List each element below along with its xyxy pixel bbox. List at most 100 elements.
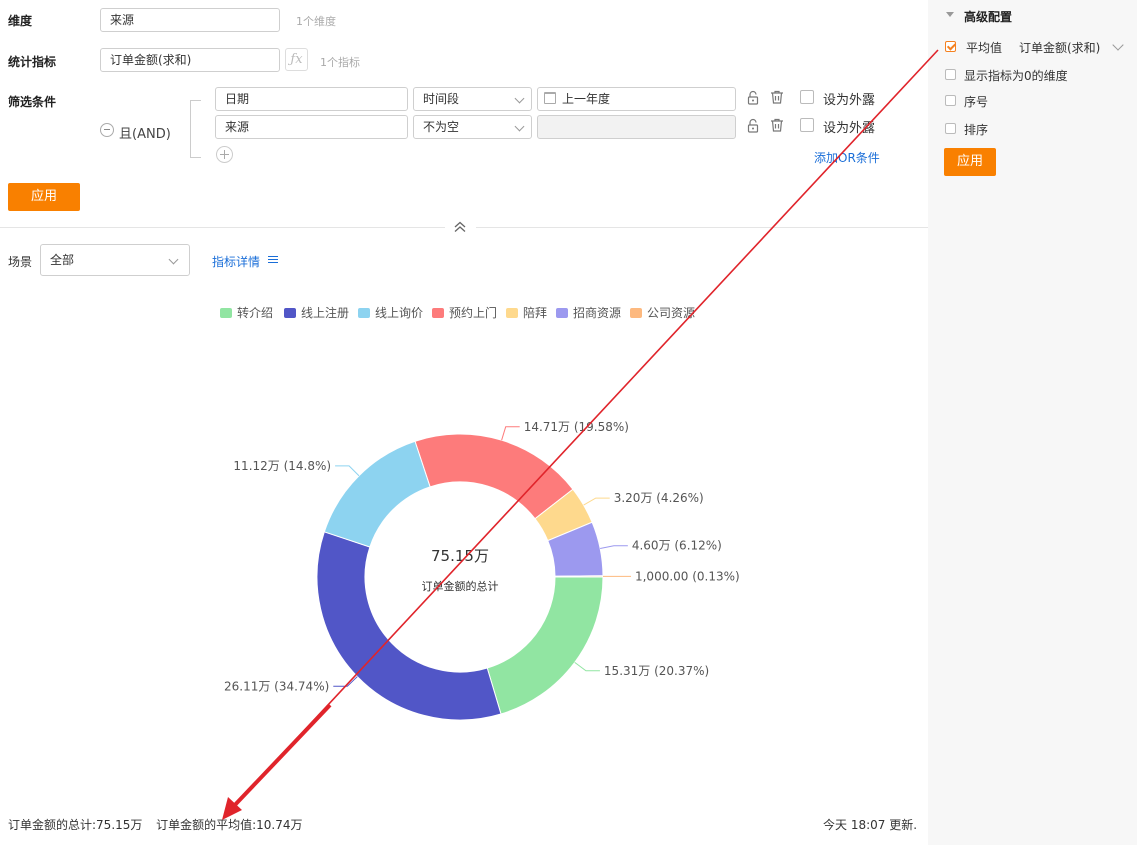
unlock-icon[interactable] [746, 90, 760, 106]
average-checkbox[interactable] [945, 41, 956, 52]
legend-item-6[interactable]: 公司资源 [630, 306, 695, 320]
index-label: 序号 [964, 95, 989, 109]
legend-swatch [284, 308, 296, 318]
delete-icon[interactable] [769, 117, 785, 133]
dimension-hint: 1个维度 [296, 15, 336, 28]
condition-2-expose-checkbox[interactable] [800, 118, 814, 132]
scene-select[interactable]: 全部 [40, 244, 190, 276]
index-checkbox[interactable] [945, 95, 956, 106]
scene-select-value: 全部 [50, 253, 75, 267]
divider-right [476, 227, 928, 228]
footer-total: 订单金额的总计:75.15万 [8, 818, 143, 832]
caret-down-icon[interactable] [946, 12, 954, 17]
add-condition-icon[interactable] [216, 146, 233, 163]
legend-swatch [506, 308, 518, 318]
advanced-apply-button[interactable]: 应用 [944, 148, 996, 176]
legend-item-4[interactable]: 陪拜 [506, 306, 547, 320]
legend-label: 预约上门 [449, 306, 498, 320]
legend-label: 陪拜 [523, 306, 548, 320]
metric-hint: 1个指标 [320, 56, 360, 69]
metric-input[interactable]: 订单金额(求和) [100, 48, 280, 72]
chevron-down-icon [514, 121, 525, 132]
main-panel: 维度 来源 1个维度 统计指标 订单金额(求和) ƒx 1个指标 筛选条件 且(… [0, 0, 928, 845]
chevron-down-icon [168, 254, 179, 265]
legend-item-1[interactable]: 线上注册 [284, 306, 349, 320]
show-zero-checkbox[interactable] [945, 69, 956, 80]
metric-detail-link[interactable]: 指标详情 [212, 253, 278, 270]
chart-data-label-1: 26.11万 (34.74%) [224, 679, 329, 693]
footer-average: 订单金额的平均值:10.74万 [156, 818, 303, 832]
metric-detail-text: 指标详情 [212, 255, 261, 269]
chart-leader-2 [335, 465, 360, 477]
chart-slice-0[interactable] [486, 576, 604, 715]
dimension-label: 维度 [8, 14, 33, 28]
condition-1-field[interactable]: 日期 [215, 87, 408, 111]
legend-label: 转介绍 [237, 306, 274, 320]
condition-1-value[interactable]: 上一年度 [537, 87, 736, 111]
delete-icon[interactable] [769, 89, 785, 105]
collapse-up-icon[interactable] [453, 220, 467, 234]
condition-2-operator[interactable]: 不为空 [413, 115, 532, 139]
legend-item-5[interactable]: 招商资源 [556, 306, 621, 320]
chart-slice-6[interactable] [554, 575, 604, 578]
chart-slice-2[interactable] [323, 440, 431, 548]
chevron-down-icon [1112, 39, 1124, 51]
condition-2-value [537, 115, 736, 139]
legend-swatch [630, 308, 642, 318]
legend-swatch [220, 308, 232, 318]
show-zero-label: 显示指标为0的维度 [964, 69, 1068, 83]
chart-center-value: 75.15万 [431, 547, 489, 565]
legend-swatch [358, 308, 370, 318]
legend-item-3[interactable]: 预约上门 [432, 306, 497, 320]
condition-1-expose-checkbox[interactable] [800, 90, 814, 104]
chart-data-label-4: 3.20万 (4.26%) [614, 491, 704, 505]
chart-data-label-6: 1,000.00 (0.13%) [635, 569, 740, 583]
scene-label: 场景 [8, 255, 33, 269]
apply-button[interactable]: 应用 [8, 183, 80, 211]
chevron-down-icon [514, 93, 525, 104]
legend-label: 线上询价 [375, 306, 424, 320]
chart-leader-0 [574, 662, 600, 672]
sort-label: 排序 [964, 123, 989, 137]
legend-swatch [556, 308, 568, 318]
calendar-icon [544, 92, 556, 104]
and-bracket [190, 100, 201, 158]
condition-1-operator[interactable]: 时间段 [413, 87, 532, 111]
chart-slice-3[interactable] [414, 433, 574, 520]
unlock-icon[interactable] [746, 118, 760, 134]
list-icon [267, 254, 278, 265]
add-or-condition-link[interactable]: 添加OR条件 [814, 149, 880, 166]
chart-leader-5 [600, 545, 628, 549]
sort-checkbox[interactable] [945, 123, 956, 134]
donut-chart: 15.31万 (20.37%) 26.11万 (34.74%) 11.12万 (14… [224, 420, 740, 721]
legend-swatch [432, 308, 444, 318]
footer-summary: 订单金额的总计:75.15万 订单金额的平均值:10.74万 [8, 816, 302, 833]
average-metric-value: 订单金额(求和) [1019, 41, 1101, 55]
collapse-group-icon[interactable] [100, 123, 114, 137]
legend-label: 公司资源 [647, 306, 696, 320]
legend-label: 招商资源 [573, 306, 622, 320]
chart-leader-1 [333, 676, 358, 687]
conditions-label: 筛选条件 [8, 95, 57, 109]
legend-label: 线上注册 [301, 306, 350, 320]
condition-1-expose-label: 设为外露 [823, 93, 876, 108]
chart-data-label-3: 14.71万 (19.58%) [524, 420, 629, 434]
chart-leader-4 [583, 497, 610, 506]
chart-center-label: 订单金额的总计 [422, 579, 499, 593]
fx-icon[interactable]: ƒx [285, 48, 308, 71]
metric-label: 统计指标 [8, 55, 57, 69]
logic-label: 且(AND) [119, 127, 171, 142]
legend-item-0[interactable]: 转介绍 [220, 306, 273, 320]
chart-data-label-5: 4.60万 (6.12%) [632, 539, 722, 553]
condition-2-operator-value: 不为空 [423, 120, 460, 134]
legend-item-2[interactable]: 线上询价 [358, 306, 423, 320]
chart-data-label-2: 11.12万 (14.8%) [233, 459, 331, 473]
average-metric-select[interactable]: 订单金额(求和) [1019, 39, 1124, 56]
average-label: 平均值 [966, 41, 1003, 55]
condition-2-field[interactable]: 来源 [215, 115, 408, 139]
advanced-config-panel: 高级配置 平均值 订单金额(求和) 显示指标为0的维度 序号 排序 应用 [928, 0, 1137, 845]
advanced-config-title: 高级配置 [964, 10, 1013, 24]
dimension-input[interactable]: 来源 [100, 8, 280, 32]
condition-1-value-text: 上一年度 [562, 92, 611, 106]
divider-left [0, 227, 445, 228]
